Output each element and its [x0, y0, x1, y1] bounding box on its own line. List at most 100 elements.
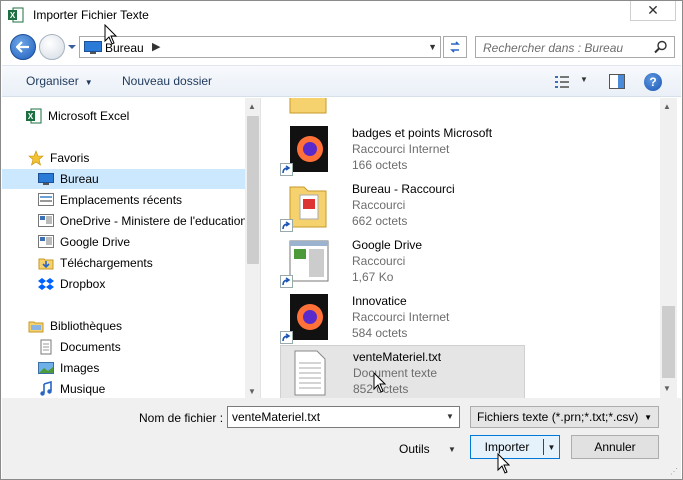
excel-icon: X [8, 7, 24, 23]
file-type-filter[interactable]: Fichiers texte (*.prn;*.txt;*.csv) ▼ [470, 406, 659, 428]
tools-button[interactable]: Outils [399, 442, 430, 456]
refresh-button[interactable] [443, 36, 467, 58]
sidebar-item-favorites[interactable]: Favoris [2, 148, 245, 168]
list-item[interactable]: badges et points Microsoft Raccourci Int… [280, 122, 525, 176]
new-folder-button[interactable]: Nouveau dossier [122, 74, 212, 88]
sidebar-item-google-drive[interactable]: Google Drive [2, 232, 245, 252]
list-item[interactable]: Dossier de fichiers [280, 98, 525, 118]
desktop-icon [84, 41, 102, 54]
filter-label: Fichiers texte (*.prn;*.txt;*.csv) [477, 410, 639, 424]
sidebar-scrollbar[interactable]: ▲ ▼ [245, 98, 260, 398]
file-type: Raccourci Internet [352, 310, 450, 324]
file-name: Innovatice [352, 294, 407, 308]
sidebar-item-images[interactable]: Images [2, 358, 245, 378]
navigation-pane: X Microsoft Excel Favoris Bureau Emplace… [2, 98, 261, 398]
sidebar-scroll-thumb[interactable] [247, 116, 259, 264]
filename-dropdown-icon[interactable]: ▼ [446, 412, 454, 421]
list-item[interactable]: Bureau - Raccourci Raccourci 662 octets [280, 178, 525, 232]
search-box[interactable]: Rechercher dans : Bureau [475, 36, 675, 58]
images-icon [38, 362, 54, 374]
command-bar: Organiser ▼ Nouveau dossier ▼ ? [2, 65, 681, 97]
address-dropdown-icon[interactable]: ▼ [428, 42, 437, 52]
scroll-up-icon[interactable]: ▲ [663, 102, 671, 111]
search-icon[interactable] [654, 40, 668, 54]
address-bar[interactable]: Bureau ▶ ▼ [79, 36, 441, 58]
svg-text:X: X [10, 11, 16, 20]
tools-dropdown-icon[interactable]: ▼ [448, 445, 456, 454]
shortcut-arrow-icon [280, 163, 293, 176]
sidebar-item-label: OneDrive - Ministere de l'education [60, 214, 248, 228]
list-item[interactable]: Google Drive Raccourci 1,67 Ko [280, 234, 525, 288]
sidebar-item-label: Microsoft Excel [48, 109, 130, 123]
sidebar-item-label: Bibliothèques [50, 319, 123, 333]
chevron-down-icon: ▼ [84, 78, 93, 87]
shortcut-arrow-icon [280, 219, 293, 232]
filename-input[interactable] [227, 406, 460, 428]
file-name: Bureau - Raccourci [352, 182, 455, 196]
mouse-cursor-icon [373, 372, 387, 393]
organize-label: Organiser [26, 74, 79, 88]
star-icon [28, 150, 44, 166]
view-options-icon[interactable] [554, 75, 570, 89]
help-icon[interactable]: ? [644, 73, 662, 91]
sidebar-item-label: Bureau [60, 172, 99, 186]
sidebar-item-label: Google Drive [60, 235, 131, 249]
file-size: 584 octets [352, 326, 408, 340]
sidebar-item-music[interactable]: Musique [2, 379, 245, 398]
sidebar-item-label: Favoris [50, 151, 90, 165]
file-list: Dossier de fichiers badges et points Mic… [262, 98, 681, 398]
folder-icon [289, 98, 327, 114]
breadcrumb-chevron-icon[interactable]: ▶ [152, 40, 160, 53]
file-list-scroll-thumb[interactable] [662, 306, 675, 378]
scroll-up-icon[interactable]: ▲ [248, 102, 256, 111]
list-item-selected[interactable]: venteMateriel.txt Document texte 852 oct… [280, 345, 525, 398]
sidebar-item-label: Dropbox [60, 277, 106, 291]
list-item[interactable]: Innovatice Raccourci Internet 584 octets [280, 290, 525, 344]
sidebar-item-label: Emplacements récents [60, 193, 183, 207]
file-name: badges et points Microsoft [352, 126, 493, 140]
history-dropdown-icon[interactable] [67, 42, 77, 52]
cancel-button[interactable]: Annuler [571, 435, 659, 459]
sidebar-item-downloads[interactable]: Téléchargements [2, 253, 245, 273]
import-label: Importer [484, 440, 530, 454]
shortcut-arrow-icon [280, 331, 293, 344]
file-list-scrollbar[interactable]: ▲ ▼ [660, 98, 677, 398]
sidebar-item-label: Documents [60, 340, 121, 354]
file-size: 662 octets [352, 214, 408, 228]
onedrive-icon [38, 214, 54, 227]
close-button[interactable]: ✕ [630, 1, 676, 21]
recent-places-icon [38, 193, 54, 206]
sidebar-item-onedrive[interactable]: OneDrive - Ministere de l'education [2, 211, 248, 231]
sidebar-item-recent[interactable]: Emplacements récents [2, 190, 245, 210]
downloads-icon [38, 258, 54, 270]
import-button[interactable]: Importer ▼ [470, 435, 560, 459]
sidebar-item-label: Téléchargements [60, 256, 153, 270]
search-input[interactable]: Rechercher dans : Bureau [483, 41, 623, 55]
scroll-down-icon[interactable]: ▼ [248, 387, 256, 396]
organize-button[interactable]: Organiser ▼ [26, 74, 93, 88]
sidebar-item-documents[interactable]: Documents [2, 337, 245, 357]
resize-grip-icon[interactable]: ⋰ [670, 467, 678, 476]
file-type: Raccourci [352, 254, 406, 268]
sidebar-item-excel[interactable]: X Microsoft Excel [2, 106, 245, 126]
sidebar-item-desktop[interactable]: Bureau [2, 169, 245, 189]
file-name: Google Drive [352, 238, 423, 252]
music-icon [40, 381, 52, 396]
view-dropdown-icon[interactable]: ▼ [580, 75, 588, 84]
import-dropdown-icon[interactable]: ▼ [544, 443, 559, 452]
arrow-left-icon [16, 41, 29, 53]
import-dialog: X Importer Fichier Texte ✕ Bureau ▶ ▼ Re… [0, 0, 683, 480]
sidebar-item-dropbox[interactable]: Dropbox [2, 274, 245, 294]
close-icon: ✕ [647, 2, 659, 18]
file-type: Document texte [353, 366, 438, 380]
back-button[interactable] [10, 34, 36, 60]
file-type: Raccourci Internet [352, 142, 450, 156]
preview-pane-icon[interactable] [609, 74, 625, 89]
forward-button[interactable] [39, 34, 65, 60]
dialog-footer: Nom de fichier : ▼ Fichiers texte (*.prn… [2, 398, 681, 479]
scroll-down-icon[interactable]: ▼ [663, 384, 671, 393]
sidebar-item-libraries[interactable]: Bibliothèques [2, 316, 245, 336]
sidebar-item-label: Images [60, 361, 100, 375]
mouse-cursor-icon [497, 453, 511, 474]
documents-icon [40, 339, 52, 355]
